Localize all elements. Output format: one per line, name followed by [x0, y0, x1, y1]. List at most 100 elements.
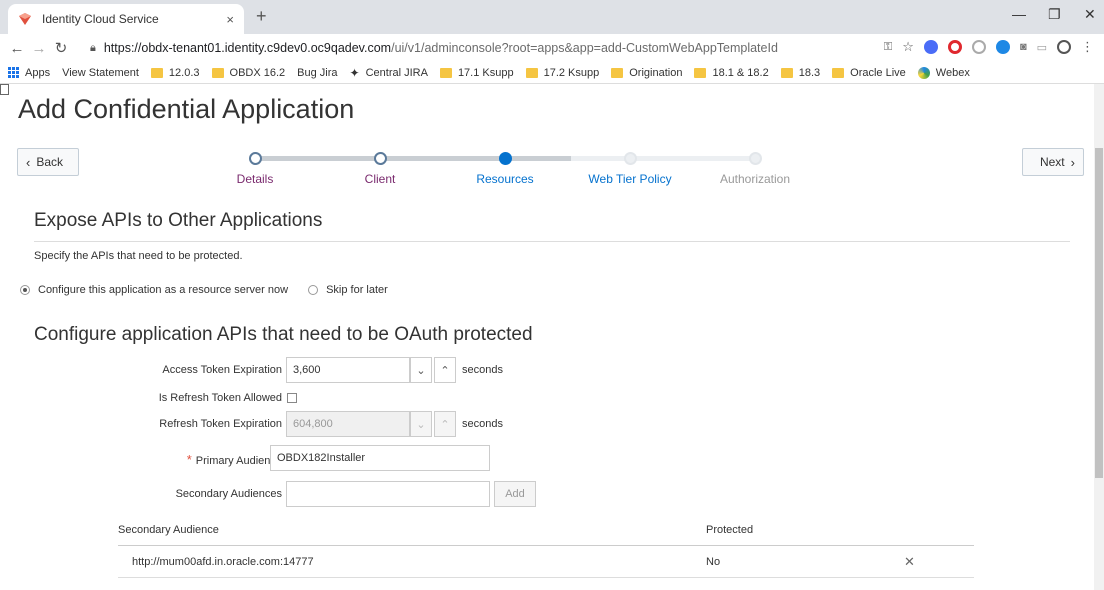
refresh-token-decrement-button: ⌄	[410, 411, 432, 437]
secondary-audience-cell: http://mum00afd.in.oracle.com:14777	[132, 556, 314, 568]
access-token-increment-button[interactable]: ⌃	[434, 357, 456, 383]
bookmark-label: Apps	[25, 66, 51, 79]
primary-audience-input[interactable]: OBDX182Installer	[270, 445, 490, 471]
refresh-token-allowed-checkbox[interactable]	[287, 393, 297, 403]
bookmark-item[interactable]: Bug Jira	[0, 66, 338, 95]
train-step-details-label[interactable]: Details	[237, 172, 274, 186]
column-header-secondary-audience: Secondary Audience	[118, 524, 219, 536]
bookmark-star-icon[interactable]: ☆	[902, 39, 914, 55]
tab-close-icon[interactable]: ×	[226, 12, 234, 27]
profile-avatar-icon[interactable]	[1057, 40, 1071, 54]
page-content: Add Confidential Application ‹ Back Next…	[0, 84, 1094, 590]
extension-lightblue-icon[interactable]	[995, 40, 1010, 54]
access-token-expiration-input[interactable]: 3,600	[286, 357, 410, 383]
refresh-token-allowed-label: Is Refresh Token Allowed	[158, 392, 282, 404]
extension-bar: ⚿ ☆ ◙ ▭ ⋮	[884, 39, 1094, 55]
folder-icon	[439, 67, 452, 78]
wizard-train: Details Client Resources Web Tier Policy Aut…	[237, 148, 790, 188]
url-host: https://obdx-tenant01.identity.c9dev0.oc…	[103, 41, 392, 55]
bookmark-item[interactable]: 18.3	[780, 66, 821, 79]
extension-screen-icon[interactable]: ▭	[1037, 41, 1047, 54]
bookmark-item[interactable]: Webex	[917, 66, 970, 79]
secondary-audiences-input[interactable]	[286, 481, 490, 507]
folder-icon	[611, 67, 624, 78]
folder-icon	[780, 67, 793, 78]
refresh-token-increment-button: ⌃	[434, 411, 456, 437]
access-token-expiration-label: Access Token Expiration	[162, 364, 282, 376]
window-close-icon[interactable]: ✕	[1084, 6, 1096, 23]
opera-extension-icon[interactable]	[947, 40, 962, 54]
tab-title: Identity Cloud Service	[42, 12, 159, 26]
train-step-resources-label[interactable]: Resources	[476, 172, 533, 186]
restore-icon[interactable]: ❐	[1048, 6, 1061, 23]
train-step-client-label[interactable]: Client	[365, 172, 396, 186]
chevron-down-icon: ⌄	[416, 418, 426, 431]
section-title-expose-apis: Expose APIs to Other Applications	[34, 210, 323, 231]
remove-row-close-icon[interactable]: ✕	[904, 554, 915, 570]
lock-icon: 🔒︎	[90, 41, 96, 54]
key-icon[interactable]: ⚿	[884, 41, 892, 54]
camera-icon[interactable]: ◙	[1020, 41, 1027, 53]
radio-configure-now[interactable]	[20, 285, 30, 295]
back-button-label: Back	[36, 155, 64, 169]
radio-skip-for-later[interactable]	[308, 285, 319, 295]
extension-blue-icon[interactable]	[923, 40, 938, 54]
resource-server-radio-group: Configure this application as a resource…	[20, 284, 388, 296]
add-secondary-audience-button[interactable]: Add	[494, 481, 536, 507]
folder-icon	[832, 67, 845, 78]
bookmark-item[interactable]: 17.2 Ksupp	[525, 66, 600, 79]
train-step-resources-dot[interactable]	[499, 152, 512, 165]
chevron-up-icon: ⌃	[440, 418, 450, 431]
train-step-web-tier-policy-label[interactable]: Web Tier Policy	[588, 172, 671, 186]
next-button[interactable]: Next ›	[1022, 148, 1084, 176]
chevron-up-icon: ⌃	[440, 364, 450, 377]
secondary-audiences-label: Secondary Audiences	[175, 488, 282, 500]
bookmark-item[interactable]: ✦ Central JIRA	[350, 66, 428, 80]
column-header-protected: Protected	[706, 524, 754, 536]
bookmark-item[interactable]: Origination	[611, 67, 682, 79]
access-token-decrement-button[interactable]: ⌄	[410, 357, 432, 383]
browser-tab[interactable]: Identity Cloud Service ×	[8, 4, 244, 34]
bookmark-label: 17.2 Ksupp	[543, 66, 600, 79]
bookmark-item[interactable]: 18.1 & 18.2	[694, 67, 769, 79]
address-bar[interactable]: 🔒︎ https://obdx-tenant01.identity.c9dev0…	[90, 37, 810, 59]
back-arrow-icon[interactable]: ←	[6, 40, 28, 57]
train-step-web-tier-policy-dot[interactable]	[624, 152, 637, 165]
radio-configure-now-label[interactable]: Configure this application as a resource…	[38, 284, 288, 296]
chevron-left-icon: ‹	[26, 154, 31, 170]
folder-icon	[150, 67, 163, 78]
browser-toolbar: ← → ↻ 🔒︎ https://obdx-tenant01.identity.…	[0, 34, 1104, 62]
access-token-seconds-unit: seconds	[462, 364, 503, 376]
radio-skip-for-later-label[interactable]: Skip for later	[326, 284, 388, 296]
next-button-label: Next	[1039, 155, 1065, 169]
section-divider	[34, 241, 1070, 242]
train-step-details-dot[interactable]	[249, 152, 262, 165]
refresh-token-expiration-input: 604,800	[286, 411, 410, 437]
required-asterisk: *	[186, 452, 192, 467]
bookmark-item[interactable]: OBDX 16.2	[211, 67, 285, 79]
bookmark-label: Bug Jira	[297, 66, 338, 79]
back-button[interactable]: ‹ Back	[17, 148, 79, 176]
bookmark-item[interactable]: 12.0.3	[150, 67, 200, 79]
bookmark-label: 18.3	[798, 66, 821, 79]
train-progress-bar-remaining	[571, 156, 755, 161]
refresh-token-expiration-label: Refresh Token Expiration	[159, 418, 282, 430]
page-scrollbar[interactable]	[1094, 84, 1104, 590]
bookmark-item[interactable]: 17.1 Ksupp	[439, 66, 514, 79]
bookmark-item[interactable]: Oracle Live	[832, 67, 906, 79]
new-tab-icon[interactable]: +	[256, 6, 267, 27]
bookmark-item[interactable]: Apps	[8, 67, 50, 79]
apps-grid-icon	[8, 67, 19, 78]
train-step-authorization-dot	[749, 152, 762, 165]
minimize-icon[interactable]: —	[1012, 6, 1026, 22]
extension-gray-icon[interactable]	[971, 40, 986, 54]
bookmark-item[interactable]: View Statement	[0, 67, 139, 95]
bookmark-label: Origination	[629, 66, 683, 79]
chevron-down-icon: ⌄	[416, 364, 426, 377]
train-step-client-dot[interactable]	[374, 152, 387, 165]
forward-arrow-icon[interactable]: →	[28, 40, 50, 57]
scrollbar-thumb[interactable]	[1095, 148, 1103, 478]
reload-icon[interactable]: ↻	[50, 39, 72, 57]
bookmark-label: 17.1 Ksupp	[457, 66, 514, 79]
menu-kebab-icon[interactable]: ⋮	[1081, 39, 1094, 55]
